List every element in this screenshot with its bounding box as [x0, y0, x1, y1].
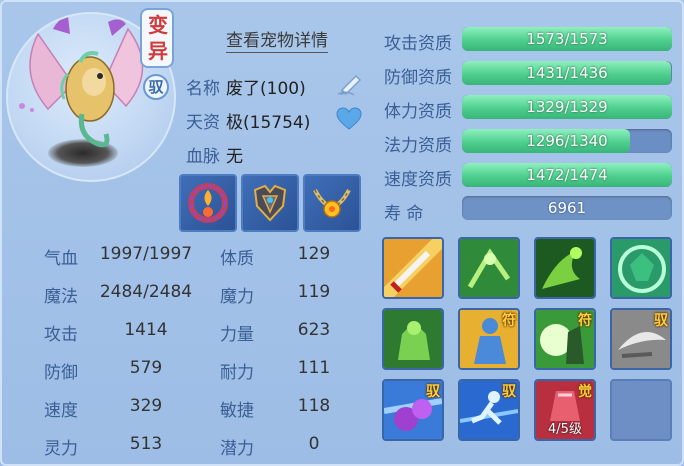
- skill-tag-badge: 驭: [426, 384, 440, 400]
- skill-slot[interactable]: 驭: [458, 379, 520, 441]
- stat-label-2: 魔力: [220, 287, 254, 307]
- skill-slot[interactable]: 符: [458, 308, 520, 370]
- armor-icon: [253, 184, 287, 222]
- stat-label: 灵力: [44, 439, 78, 459]
- skill-tag-badge: 符: [502, 313, 516, 329]
- stat-label: 气血: [44, 249, 78, 269]
- skill-tag-badge: 符: [578, 313, 592, 329]
- lifespan-label: 寿 命: [384, 204, 424, 224]
- stat-value-2: 0: [308, 434, 320, 454]
- skill-slot[interactable]: 符: [534, 308, 596, 370]
- pet-talent-row: 天资 极(15754): [186, 108, 310, 133]
- pet-detail-panel: 变异 驭 查看宠物详情 名称 废了(100) 天资 极(15754) 血脉无 气…: [0, 0, 684, 466]
- aptitude-value: 1431/1436: [526, 64, 608, 82]
- rename-pen-icon[interactable]: [336, 70, 366, 96]
- skill-slot[interactable]: [610, 237, 672, 299]
- stat-value: 513: [129, 434, 163, 454]
- stat-label: 防御: [44, 363, 78, 383]
- skill-tag-badge: 觉: [578, 384, 592, 400]
- stat-value-2: 111: [297, 358, 331, 378]
- stat-label-2: 力量: [220, 325, 254, 345]
- bloodline-label: 血脉: [186, 147, 220, 167]
- aptitude-label: 攻击资质: [384, 34, 452, 54]
- stat-value: 1997/1997: [99, 244, 193, 264]
- talent-label: 天资: [186, 113, 220, 133]
- tamed-text: 驭: [148, 78, 164, 96]
- aptitude-value: 1472/1474: [526, 166, 608, 184]
- stat-label: 攻击: [44, 325, 78, 345]
- stat-value: 329: [129, 396, 163, 416]
- aptitude-bar: 1296/1340: [462, 129, 672, 153]
- green-grab-icon: [612, 239, 670, 297]
- stat-label-2: 体质: [220, 249, 254, 269]
- skill-slot[interactable]: 驭: [610, 308, 672, 370]
- aptitude-bar: 1329/1329: [462, 95, 672, 119]
- aptitude-value: 1329/1329: [526, 98, 608, 116]
- aptitude-bar: 1573/1573: [462, 27, 672, 51]
- skill-tag-badge: 驭: [502, 384, 516, 400]
- equip-slot-3[interactable]: [303, 174, 361, 232]
- lifespan-value: 6961: [547, 199, 587, 217]
- aptitude-label: 防御资质: [384, 68, 452, 88]
- pet-bloodline-row: 血脉无: [186, 142, 243, 167]
- name-value: 废了(100): [226, 79, 306, 99]
- skill-slot[interactable]: 觉 4/5级: [534, 379, 596, 441]
- name-label: 名称: [186, 79, 220, 99]
- bloodline-value: 无: [226, 147, 243, 167]
- aptitude-value: 1573/1573: [526, 30, 608, 48]
- talent-value: 极(15754): [226, 113, 311, 133]
- aptitude-value: 1296/1340: [526, 132, 608, 150]
- stat-value: 579: [129, 358, 163, 378]
- aptitude-bar: 1431/1436: [462, 61, 672, 85]
- aptitude-label: 速度资质: [384, 170, 452, 190]
- multi-attack-icon: [460, 239, 518, 297]
- view-pet-details-link[interactable]: 查看宠物详情: [226, 26, 328, 53]
- skill-slot[interactable]: [382, 237, 444, 299]
- stat-value-2: 118: [297, 396, 331, 416]
- shadow-claw-icon: [536, 239, 594, 297]
- variant-text: 变异: [148, 13, 168, 63]
- pet-name-row: 名称 废了(100): [186, 74, 306, 99]
- stat-label-2: 潜力: [220, 439, 254, 459]
- stat-value: 2484/2484: [99, 282, 193, 302]
- amulet-icon: [313, 189, 351, 218]
- variant-badge: 变异: [140, 8, 174, 68]
- skill-slot[interactable]: 驭: [382, 379, 444, 441]
- stat-label-2: 敏捷: [220, 401, 254, 421]
- aptitude-label: 体力资质: [384, 102, 452, 122]
- skill-slot[interactable]: [534, 237, 596, 299]
- flame-collar-icon: [188, 183, 228, 223]
- stat-value-2: 623: [297, 320, 331, 340]
- aptitude-bar: 1472/1474: [462, 163, 672, 187]
- equip-slot-2[interactable]: [241, 174, 299, 232]
- strength-icon: [384, 310, 442, 368]
- aptitude-label: 法力资质: [384, 136, 452, 156]
- lifespan-bar: 6961: [462, 196, 672, 220]
- stat-label: 魔法: [44, 287, 78, 307]
- skill-tag-badge: 驭: [654, 313, 668, 329]
- stat-value-2: 129: [297, 244, 331, 264]
- sword-strike-icon: [384, 239, 442, 297]
- stat-label-2: 耐力: [220, 363, 254, 383]
- stat-value-2: 119: [297, 282, 331, 302]
- stat-label: 速度: [44, 401, 78, 421]
- skill-slot[interactable]: [382, 308, 444, 370]
- stat-value: 1414: [124, 320, 168, 340]
- tamed-badge: 驭: [143, 74, 169, 100]
- equip-slot-1[interactable]: [179, 174, 237, 232]
- empty-skill-slot[interactable]: [610, 379, 672, 441]
- skill-level-text: 4/5级: [548, 422, 582, 437]
- skill-slot[interactable]: [458, 237, 520, 299]
- favorite-heart-icon[interactable]: [336, 107, 362, 131]
